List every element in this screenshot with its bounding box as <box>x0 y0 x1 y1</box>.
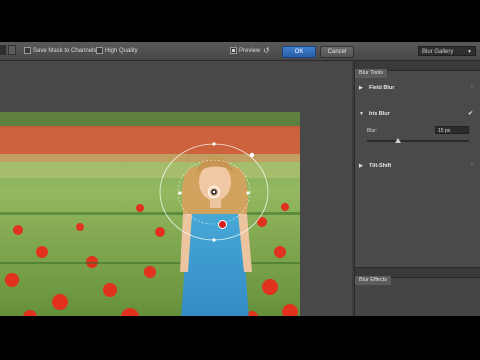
tilt-shift-label: Tilt-Shift <box>369 163 392 169</box>
save-mask-label: Save Mask to Channels <box>33 47 97 54</box>
cancel-button[interactable]: Cancel <box>320 46 354 58</box>
blur-tools-tab-label: Blur Tools <box>355 69 388 78</box>
preview-label: Preview <box>239 47 261 54</box>
photo-canvas[interactable] <box>0 112 300 316</box>
collapse-triangle-icon[interactable]: ▼ <box>359 111 364 117</box>
tool-dropdown[interactable] <box>8 45 16 55</box>
tilt-shift-toggle-icon[interactable]: ▫ <box>471 162 473 168</box>
high-quality-label: High Quality <box>105 47 138 54</box>
blur-gallery-dropdown[interactable]: Blur Gallery ▼ <box>418 46 476 56</box>
reset-pins-icon[interactable]: ↺ <box>263 46 270 56</box>
expand-triangle-icon[interactable]: ▶ <box>359 163 363 169</box>
blur-effects-tab-label: Blur Effects <box>355 276 392 285</box>
preview-option[interactable]: Preview <box>230 47 260 54</box>
high-quality-option[interactable]: High Quality <box>96 47 138 54</box>
checkmark-icon[interactable]: ✔ <box>468 110 473 117</box>
expand-triangle-icon[interactable]: ▶ <box>359 85 363 91</box>
options-bar: Save Mask to Channels High Quality Previ… <box>0 42 480 61</box>
pin-red-marker[interactable] <box>218 220 227 229</box>
blur-slider-handle[interactable] <box>394 138 401 143</box>
blur-gallery-value: Blur Gallery <box>422 49 454 55</box>
blur-effects-tab[interactable]: Blur Effects <box>355 268 480 285</box>
blur-gallery-workspace: Save Mask to Channels High Quality Previ… <box>0 42 480 316</box>
blur-amount-label: Blur: <box>367 128 378 134</box>
save-mask-option[interactable]: Save Mask to Channels <box>24 47 96 54</box>
iris-blur-label: Iris Blur <box>369 111 390 117</box>
chevron-down-icon: ▼ <box>467 49 472 55</box>
blur-amount-input[interactable]: 15 px <box>435 126 469 134</box>
field-blur-label: Field Blur <box>369 85 395 91</box>
high-quality-checkbox[interactable] <box>96 47 103 54</box>
canvas-area[interactable] <box>0 61 352 316</box>
blur-effects-panel: Blur Effects <box>355 267 480 316</box>
preview-checkbox[interactable] <box>230 47 237 54</box>
save-mask-checkbox[interactable] <box>24 47 31 54</box>
blur-slider-track[interactable] <box>367 140 469 142</box>
blur-tools-tab[interactable]: Blur Tools <box>355 61 480 78</box>
ok-button[interactable]: OK <box>282 46 316 58</box>
tool-preset-picker[interactable] <box>0 45 6 55</box>
blur-tools-panel: Blur Tools ▶ Field Blur ▫ ▼ Iris Blur ✔ … <box>354 61 480 316</box>
field-blur-toggle-icon[interactable]: ▫ <box>471 84 473 90</box>
